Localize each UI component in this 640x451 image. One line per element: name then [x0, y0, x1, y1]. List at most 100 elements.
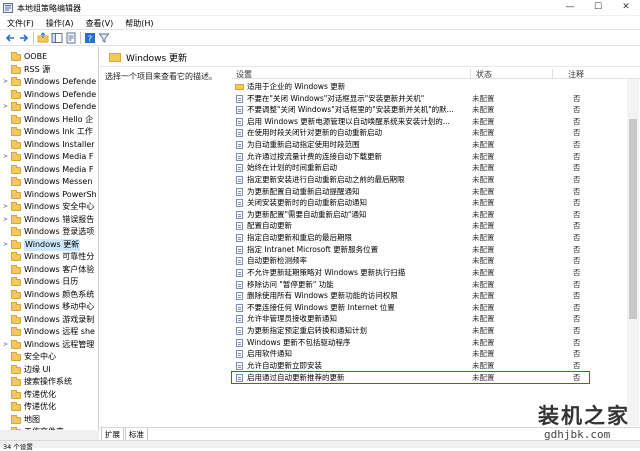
setting-comment: 否	[573, 93, 581, 103]
tree-item[interactable]: 传递优化	[0, 401, 98, 414]
setting-row[interactable]: 适用于企业的 Windows 更新	[232, 81, 612, 93]
tree-item[interactable]: > Windows Defende	[0, 101, 98, 114]
show-tree-icon[interactable]	[51, 32, 63, 44]
setting-row[interactable]: 为更新指定预定重启转换和通知计划 未配置 否	[232, 325, 612, 337]
close-button[interactable]: ✕	[612, 0, 640, 16]
properties-icon[interactable]	[65, 32, 77, 44]
menu-bar: 文件(F) 操作(A) 查看(V) 帮助(H)	[0, 16, 640, 30]
setting-row[interactable]: 指定 Intranet Microsoft 更新服务位置 未配置 否	[232, 244, 612, 256]
filter-icon[interactable]	[98, 32, 110, 44]
tree-item[interactable]: Windows PowerSh	[0, 189, 98, 202]
menu-view[interactable]: 查看(V)	[79, 16, 119, 29]
setting-row[interactable]: 允许自动更新立即安装 未配置 否	[232, 360, 612, 372]
setting-row[interactable]: 关闭安装更新时的自动重新启动通知 未配置 否	[232, 197, 612, 209]
setting-row[interactable]: 移除访问 "暂停更新" 功能 未配置 否	[232, 279, 612, 291]
setting-row[interactable]: 始终在计划的时间重新启动 未配置 否	[232, 162, 612, 174]
setting-status: 未配置	[472, 209, 495, 219]
scrollbar-thumb[interactable]	[629, 119, 637, 319]
tree-item[interactable]: Windows 远程 she	[0, 326, 98, 339]
tree-item[interactable]: Windows 移动中心	[0, 301, 98, 314]
tree-item[interactable]: RSS 源	[0, 64, 98, 77]
setting-row[interactable]: 为自动重新启动指定使用时段范围 未配置 否	[232, 139, 612, 151]
tree-item[interactable]: Windows Media F	[0, 164, 98, 177]
setting-row[interactable]: 启用软件通知 未配置 否	[232, 348, 612, 360]
setting-row[interactable]: 指定更新安装进行自动重新启动之前的最后期限 未配置 否	[232, 174, 612, 186]
tree-item[interactable]: Windows 登录选项	[0, 226, 98, 239]
expand-arrow-icon[interactable]: >	[3, 214, 8, 227]
setting-row[interactable]: 不要在"关闭 Windows"对话框显示"安装更新并关机" 未配置 否	[232, 93, 612, 105]
toolbar: ?	[0, 30, 640, 46]
column-comment[interactable]: 注释	[568, 69, 584, 80]
setting-comment: 否	[573, 244, 581, 254]
tree-item[interactable]: > Windows Defende	[0, 76, 98, 89]
tree-horizontal-scrollbar[interactable]	[0, 430, 99, 440]
tree-item[interactable]: Windows Ink 工作	[0, 126, 98, 139]
tree-item-label: 安全中心	[24, 352, 56, 361]
setting-row[interactable]: 不允许更新延期策略对 Windows 更新执行扫描 未配置 否	[232, 267, 612, 279]
expand-arrow-icon[interactable]: >	[3, 151, 8, 164]
column-setting[interactable]: 设置	[236, 69, 252, 80]
menu-help[interactable]: 帮助(H)	[118, 16, 158, 29]
expand-arrow-icon[interactable]: >	[3, 201, 8, 214]
column-divider[interactable]	[470, 69, 471, 79]
setting-row[interactable]: 为更新配置自动重新启动提醒通知 未配置 否	[232, 186, 612, 198]
setting-status: 未配置	[472, 360, 495, 370]
setting-row[interactable]: Windows 更新不包括驱动程序 未配置 否	[232, 337, 612, 349]
tree-item[interactable]: Windows 游戏录制	[0, 314, 98, 327]
column-divider[interactable]	[552, 69, 553, 79]
tree-item[interactable]: 边缘 UI	[0, 364, 98, 377]
setting-row[interactable]: 配置自动更新 未配置 否	[232, 220, 612, 232]
tree-item[interactable]: Windows Installer	[0, 139, 98, 152]
setting-row[interactable]: 不要连接任何 Windows 更新 Internet 位置 未配置 否	[232, 302, 612, 314]
tree-item[interactable]: > Windows 远程管理	[0, 339, 98, 352]
setting-comment: 否	[573, 128, 581, 138]
maximize-button[interactable]: ☐	[584, 0, 612, 16]
tree-item[interactable]: Windows 可靠性分	[0, 251, 98, 264]
tree-item[interactable]: 地图	[0, 414, 98, 427]
vertical-scrollbar[interactable]	[627, 79, 639, 426]
policy-editor-app-icon	[3, 3, 13, 13]
tree-item[interactable]: 搜索操作系统	[0, 376, 98, 389]
tree-item[interactable]: > Windows 更新	[0, 238, 98, 252]
expand-arrow-icon[interactable]: >	[3, 339, 8, 352]
tree-item-label: Windows Messen	[24, 177, 93, 186]
setting-row[interactable]: 删除使用所有 Windows 更新功能的访问权限 未配置 否	[232, 290, 612, 302]
setting-row[interactable]: 为更新配置"需要自动重新启动"通知 未配置 否	[232, 209, 612, 221]
setting-row[interactable]: 自动更新检测频率 未配置 否	[232, 255, 612, 267]
column-status[interactable]: 状态	[476, 69, 492, 80]
tree-item[interactable]: 安全中心	[0, 351, 98, 364]
expand-arrow-icon[interactable]: >	[3, 239, 8, 252]
forward-arrow-icon[interactable]	[18, 32, 30, 44]
tree-item[interactable]: 传递优化	[0, 389, 98, 402]
expand-arrow-icon[interactable]: >	[3, 101, 8, 114]
tree-item[interactable]: Windows 日历	[0, 276, 98, 289]
tree-item[interactable]: > Windows Media F	[0, 151, 98, 164]
setting-name: 移除访问 "暂停更新" 功能	[247, 279, 334, 289]
tree-item[interactable]: Windows 客户体验	[0, 264, 98, 277]
tree-item[interactable]: Windows Hello 企	[0, 114, 98, 127]
tree-item[interactable]: > Windows 错误报告	[0, 214, 98, 227]
setting-row[interactable]: 指定自动更新和重启的最后期限 未配置 否	[232, 232, 612, 244]
tree-item[interactable]: Windows 颜色系统	[0, 289, 98, 302]
tree-item[interactable]: OOBE	[0, 51, 98, 64]
menu-action[interactable]: 操作(A)	[39, 16, 79, 29]
menu-file[interactable]: 文件(F)	[0, 16, 39, 29]
tree-item-label: Windows PowerSh	[24, 189, 97, 199]
setting-row[interactable]: 启用 Windows 更新电源管理以自动唤醒系统来安装计划的... 未配置 否	[232, 116, 612, 128]
help-icon[interactable]: ?	[84, 32, 96, 44]
back-arrow-icon[interactable]	[4, 32, 16, 44]
expand-arrow-icon[interactable]: >	[3, 76, 8, 89]
setting-name: 配置自动更新	[247, 221, 292, 231]
setting-row[interactable]: 不要调整"关闭 Windows"对话框里的"安装更新并关机"的默... 未配置 否	[232, 104, 612, 116]
folder-icon	[11, 352, 21, 361]
setting-row[interactable]: 在使用时段关闭针对更新的自动重新启动 未配置 否	[232, 127, 612, 139]
minimize-button[interactable]: —	[556, 0, 584, 16]
tree-item[interactable]: Windows Defende	[0, 89, 98, 102]
up-folder-icon[interactable]	[37, 32, 49, 44]
setting-status: 未配置	[472, 140, 495, 150]
policy-setting-icon	[236, 245, 243, 254]
tree-item[interactable]: > Windows 安全中心	[0, 201, 98, 214]
setting-row[interactable]: 允许非管理员接收更新通知 未配置 否	[232, 313, 612, 325]
setting-row[interactable]: 允许通过按流量计费的连接自动下载更新 未配置 否	[232, 151, 612, 163]
tree-item[interactable]: Windows Messen	[0, 176, 98, 189]
